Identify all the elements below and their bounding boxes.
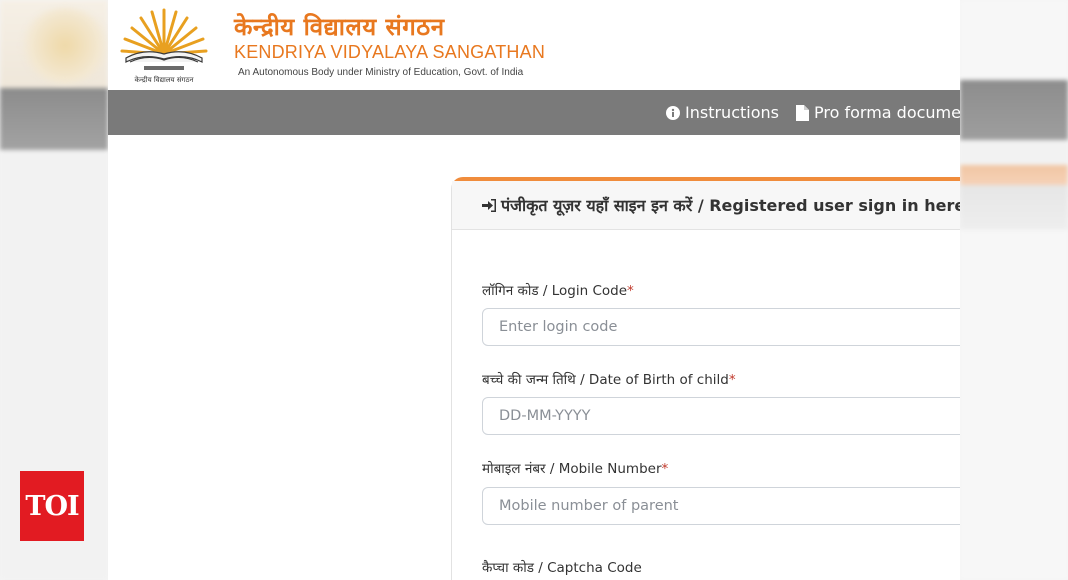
captcha-code-label: कैप्चा कोड / Captcha Code — [482, 558, 642, 576]
page-viewport: केन्द्रीय विद्यालय संगठन केन्द्रीय विद्य… — [108, 0, 960, 580]
mobile-number-label-text: मोबाइल नंबर / Mobile Number — [482, 461, 662, 477]
login-code-input[interactable] — [482, 308, 960, 346]
toi-watermark-logo: TOI — [20, 471, 84, 541]
required-marker: * — [728, 372, 736, 388]
login-card: पंजीकृत यूज़र यहाँ साइन इन करें / Regist… — [451, 177, 960, 580]
kvs-logo-icon[interactable]: केन्द्रीय विद्यालय संगठन — [114, 4, 214, 86]
site-title-hindi: केन्द्रीय विद्यालय संगठन — [234, 13, 445, 41]
login-code-label: लॉगिन कोड / Login Code* — [482, 281, 634, 299]
blurred-background-right — [960, 0, 1068, 580]
dob-label-text: बच्चे की जन्म तिथि / Date of Birth of ch… — [482, 372, 729, 388]
nav-instructions-label: Instructions — [685, 103, 779, 122]
dob-input[interactable] — [482, 397, 960, 435]
site-subtitle: An Autonomous Body under Ministry of Edu… — [238, 67, 524, 78]
mobile-number-input[interactable] — [482, 487, 960, 525]
site-header: केन्द्रीय विद्यालय संगठन केन्द्रीय विद्य… — [108, 0, 960, 90]
info-circle-icon — [666, 105, 680, 120]
blurred-logo-background — [20, 8, 110, 83]
required-marker: * — [627, 283, 634, 299]
nav-instructions-link[interactable]: Instructions — [666, 90, 779, 135]
nav-proforma-label: Pro forma docume — [814, 103, 960, 122]
captcha-code-label-text: कैप्चा कोड / Captcha Code — [482, 560, 642, 576]
mobile-number-label: मोबाइल नंबर / Mobile Number* — [482, 459, 668, 477]
login-card-title: पंजीकृत यूज़र यहाँ साइन इन करें / Regist… — [501, 196, 960, 215]
required-marker: * — [661, 461, 669, 477]
login-code-label-text: लॉगिन कोड / Login Code — [482, 283, 628, 299]
login-card-header: पंजीकृत यूज़र यहाँ साइन इन करें / Regist… — [452, 181, 960, 230]
logo-caption: केन्द्रीय विद्यालय संगठन — [135, 75, 194, 84]
dob-label: बच्चे की जन्म तिथि / Date of Birth of ch… — [482, 370, 736, 388]
main-navbar: Instructions Pro forma docume — [108, 90, 960, 135]
nav-proforma-link[interactable]: Pro forma docume — [796, 90, 960, 135]
file-icon — [796, 104, 809, 121]
site-title-english: KENDRIYA VIDYALAYA SANGATHAN — [234, 42, 546, 62]
sign-in-icon — [482, 198, 496, 212]
